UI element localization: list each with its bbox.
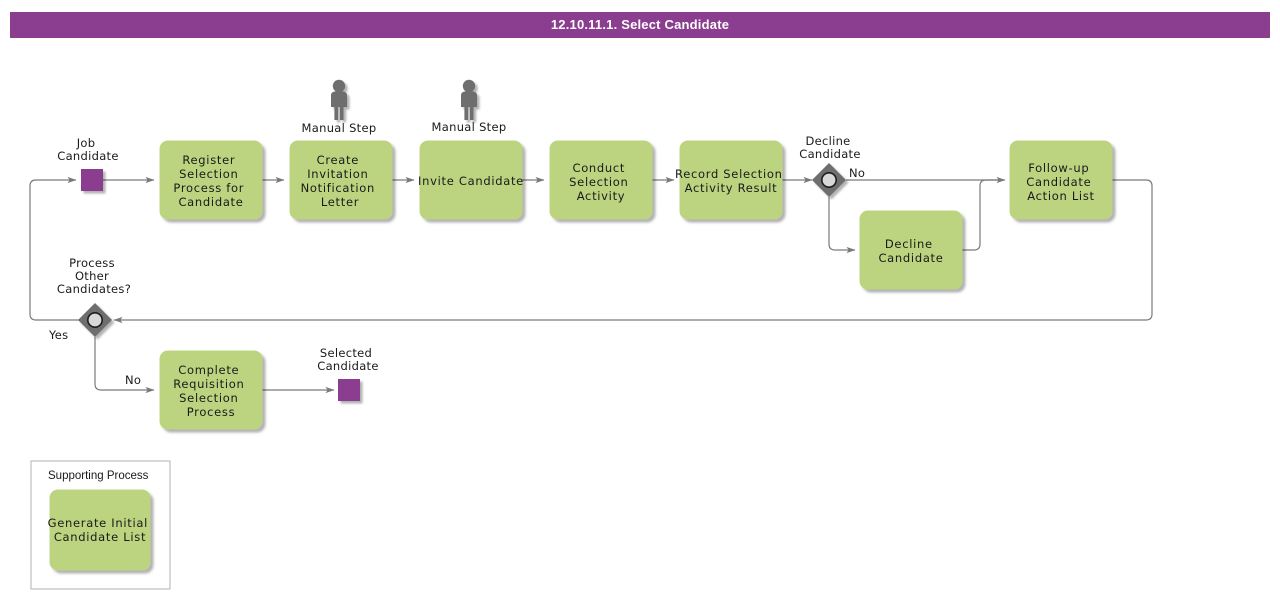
manual-step-label-2: Manual Step (432, 120, 507, 134)
task-decline-candidate[interactable]: Decline Candidate (859, 210, 963, 290)
event-job-candidate[interactable]: Job Candidate (57, 136, 119, 191)
task-generate-initial-candidate-list[interactable]: Generate Initial Candidate List (48, 489, 153, 571)
event-selected-candidate-shape[interactable] (338, 379, 360, 401)
gateway-branch-label-no-bottom: No (125, 373, 141, 387)
task-followup-candidate-action-list-label: Follow-up Candidate Action List (1026, 161, 1095, 203)
event-job-candidate-shape[interactable] (81, 169, 103, 191)
task-decline-candidate-label: Decline Candidate (878, 237, 943, 265)
task-record-selection-result-label: Record Selection Activity Result (675, 167, 787, 195)
connector-gateway-to-decline (828, 197, 856, 254)
gateway-process-other-candidates-label: Process Other Candidates? (57, 256, 131, 296)
task-followup-candidate-action-list[interactable]: Follow-up Candidate Action List (1009, 140, 1113, 220)
task-complete-requisition-selection[interactable]: Complete Requisition Selection Process (159, 350, 263, 430)
gateway-decline-candidate-label: Decline Candidate (799, 134, 861, 161)
connector-yes-loop (29, 176, 79, 321)
gateway-branch-label-yes: Yes (48, 328, 68, 342)
manual-step-icon (331, 79, 347, 120)
gateway-decline-candidate[interactable]: Decline Candidate No (799, 134, 865, 197)
group-supporting-process: Supporting Process Generate Initial Cand… (30, 460, 171, 590)
task-register-selection-process-label: Register Selection Process for Candidate (173, 153, 248, 209)
task-record-selection-result[interactable]: Record Selection Activity Result (675, 140, 787, 220)
group-supporting-process-title: Supporting Process (48, 470, 149, 482)
task-generate-initial-candidate-list-label: Generate Initial Candidate List (48, 516, 153, 544)
gateway-branch-label-no-top: No (849, 166, 865, 180)
task-conduct-selection-activity-label: Conduct Selection Activity (569, 161, 633, 203)
manual-step-icon (461, 79, 477, 120)
manual-step-label-1: Manual Step (302, 121, 377, 135)
task-invite-candidate-label: Invite Candidate (418, 174, 524, 188)
task-register-selection-process[interactable]: Register Selection Process for Candidate (159, 140, 263, 220)
task-conduct-selection-activity[interactable]: Conduct Selection Activity (549, 140, 653, 220)
process-diagram-canvas: Job Candidate Register Selection Process… (0, 0, 1280, 600)
event-job-candidate-label: Job Candidate (57, 136, 119, 163)
event-selected-candidate[interactable]: Selected Candidate (317, 346, 379, 401)
connector-decline-to-merge (962, 179, 1003, 251)
task-create-invitation-letter[interactable]: Manual Step Create Invitation Notificati… (289, 79, 393, 220)
event-selected-candidate-label: Selected Candidate (317, 346, 379, 373)
task-invite-candidate[interactable]: Manual Step Invite Candidate (418, 79, 524, 220)
